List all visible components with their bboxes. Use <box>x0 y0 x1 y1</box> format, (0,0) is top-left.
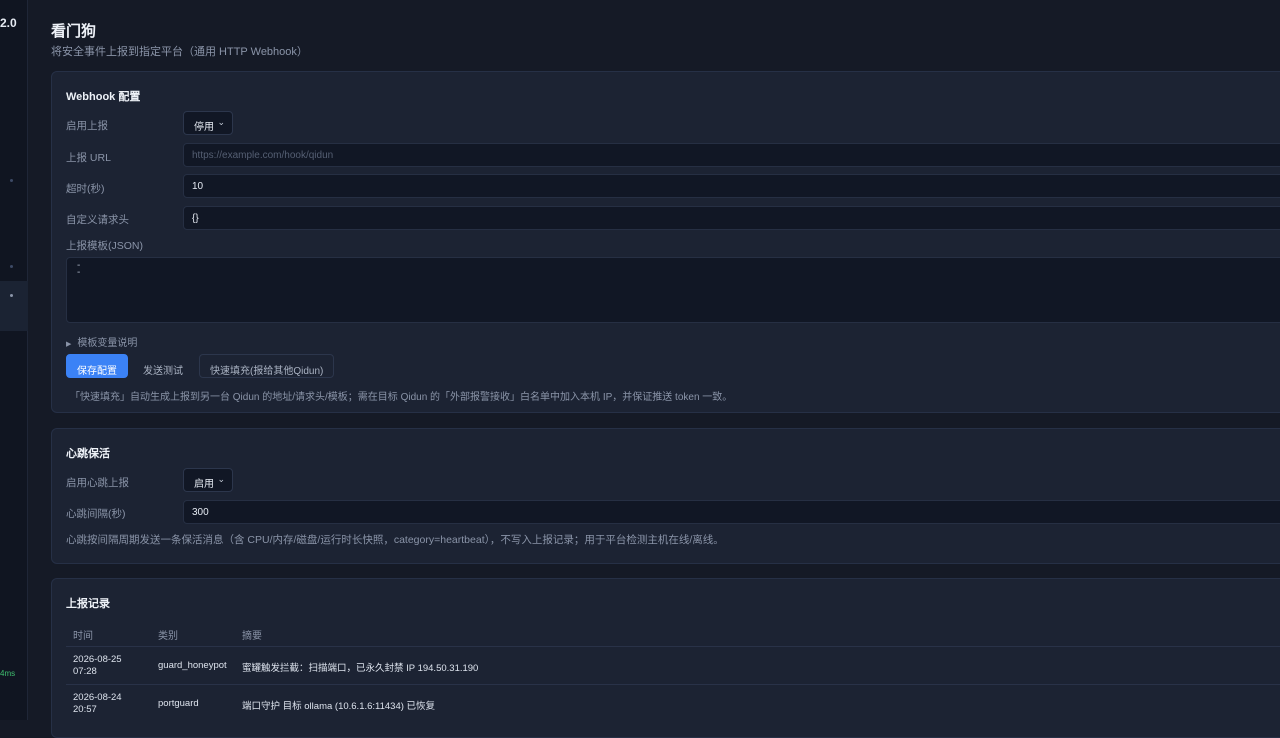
main-content: 看门狗 将安全事件上报到指定平台（通用 HTTP Webhook） Webhoo… <box>51 0 1280 738</box>
heartbeat-enable-value: 启用 <box>194 479 214 490</box>
row-time: 2026-08-24 20:57 <box>73 692 122 715</box>
table-row[interactable]: 2026-08-25 07:28 guard_honeypot 蜜罐触发拦截：扫… <box>66 646 1280 684</box>
enable-report-select[interactable]: 停用 ⌄ <box>183 111 233 135</box>
page-subtitle: 将安全事件上报到指定平台（通用 HTTP Webhook） <box>51 46 308 58</box>
column-header-summary: 摘要 <box>242 631 262 642</box>
row-summary: 蜜罐触发拦截：扫描端口，已永久封禁 IP 194.50.31.190 <box>242 663 479 674</box>
enable-report-label: 启用上报 <box>66 120 108 132</box>
quick-fill-button[interactable]: 快速填充(报给其他Qidun) <box>199 354 335 378</box>
app-version: 2.0 <box>0 16 17 30</box>
template-label: 上报模板(JSON) <box>66 240 143 252</box>
webhook-card-title: Webhook 配置 <box>66 91 141 103</box>
chevron-down-icon: ⌄ <box>217 117 225 127</box>
chevron-down-icon: ⌄ <box>217 474 225 484</box>
send-test-button[interactable]: 发送测试 <box>132 354 194 378</box>
heartbeat-enable-label: 启用心跳上报 <box>66 477 129 489</box>
records-table-header: 时间 类别 摘要 <box>66 624 1280 646</box>
url-input[interactable]: https://example.com/hook/qidun <box>183 143 1280 167</box>
sidebar-dot <box>10 265 13 268</box>
save-config-button[interactable]: 保存配置 <box>66 354 128 378</box>
template-line: - <box>77 260 81 271</box>
row-category: guard_honeypot <box>158 660 227 671</box>
row-summary: 端口守护 目标 ollama (10.6.1.6:11434) 已恢复 <box>242 701 436 712</box>
row-time: 2026-08-25 07:28 <box>73 654 122 677</box>
column-header-time: 时间 <box>73 631 93 642</box>
timeout-input[interactable]: 10 <box>183 174 1280 198</box>
enable-report-value: 停用 <box>194 122 214 133</box>
heartbeat-enable-select[interactable]: 启用 ⌄ <box>183 468 233 492</box>
records-card-title: 上报记录 <box>66 598 110 610</box>
url-label: 上报 URL <box>66 152 111 164</box>
sidebar: 2.0 4ms <box>0 0 28 720</box>
headers-input[interactable]: {} <box>183 206 1280 230</box>
template-vars-toggle[interactable]: ▶ 模板变量说明 <box>66 334 137 349</box>
template-vars-label: 模板变量说明 <box>77 338 138 349</box>
sidebar-active-item[interactable] <box>0 281 28 331</box>
headers-label: 自定义请求头 <box>66 214 129 226</box>
timeout-label: 超时(秒) <box>66 183 105 195</box>
heartbeat-hint: 心跳按间隔周期发送一条保活消息（含 CPU/内存/磁盘/运行时长快照，categ… <box>66 534 724 546</box>
heartbeat-card: 心跳保活 启用心跳上报 启用 ⌄ 心跳间隔(秒) 300 心跳按间隔周期发送一条… <box>51 428 1280 564</box>
heartbeat-card-title: 心跳保活 <box>66 448 110 460</box>
table-row[interactable]: 2026-08-24 20:57 portguard 端口守护 目标 ollam… <box>66 684 1280 722</box>
webhook-card: Webhook 配置 启用上报 停用 ⌄ 上报 URL https://exam… <box>51 71 1280 413</box>
row-category: portguard <box>158 698 199 709</box>
template-line: - <box>77 267 81 278</box>
template-textarea[interactable]: - - <box>66 257 1280 323</box>
disclosure-triangle-icon: ▶ <box>66 341 72 348</box>
sidebar-dot <box>10 179 13 182</box>
column-header-category: 类别 <box>158 631 178 642</box>
heartbeat-interval-input[interactable]: 300 <box>183 500 1280 524</box>
records-card: 上报记录 时间 类别 摘要 2026-08-25 07:28 guard_hon… <box>51 578 1280 738</box>
sidebar-dot-active <box>10 294 13 297</box>
heartbeat-interval-label: 心跳间隔(秒) <box>66 508 126 520</box>
webhook-hint: 「快速填充」自动生成上报到另一台 Qidun 的地址/请求头/模板；需在目标 Q… <box>70 392 733 403</box>
latency-status: 4ms <box>0 669 16 678</box>
page-title: 看门狗 <box>51 23 97 40</box>
